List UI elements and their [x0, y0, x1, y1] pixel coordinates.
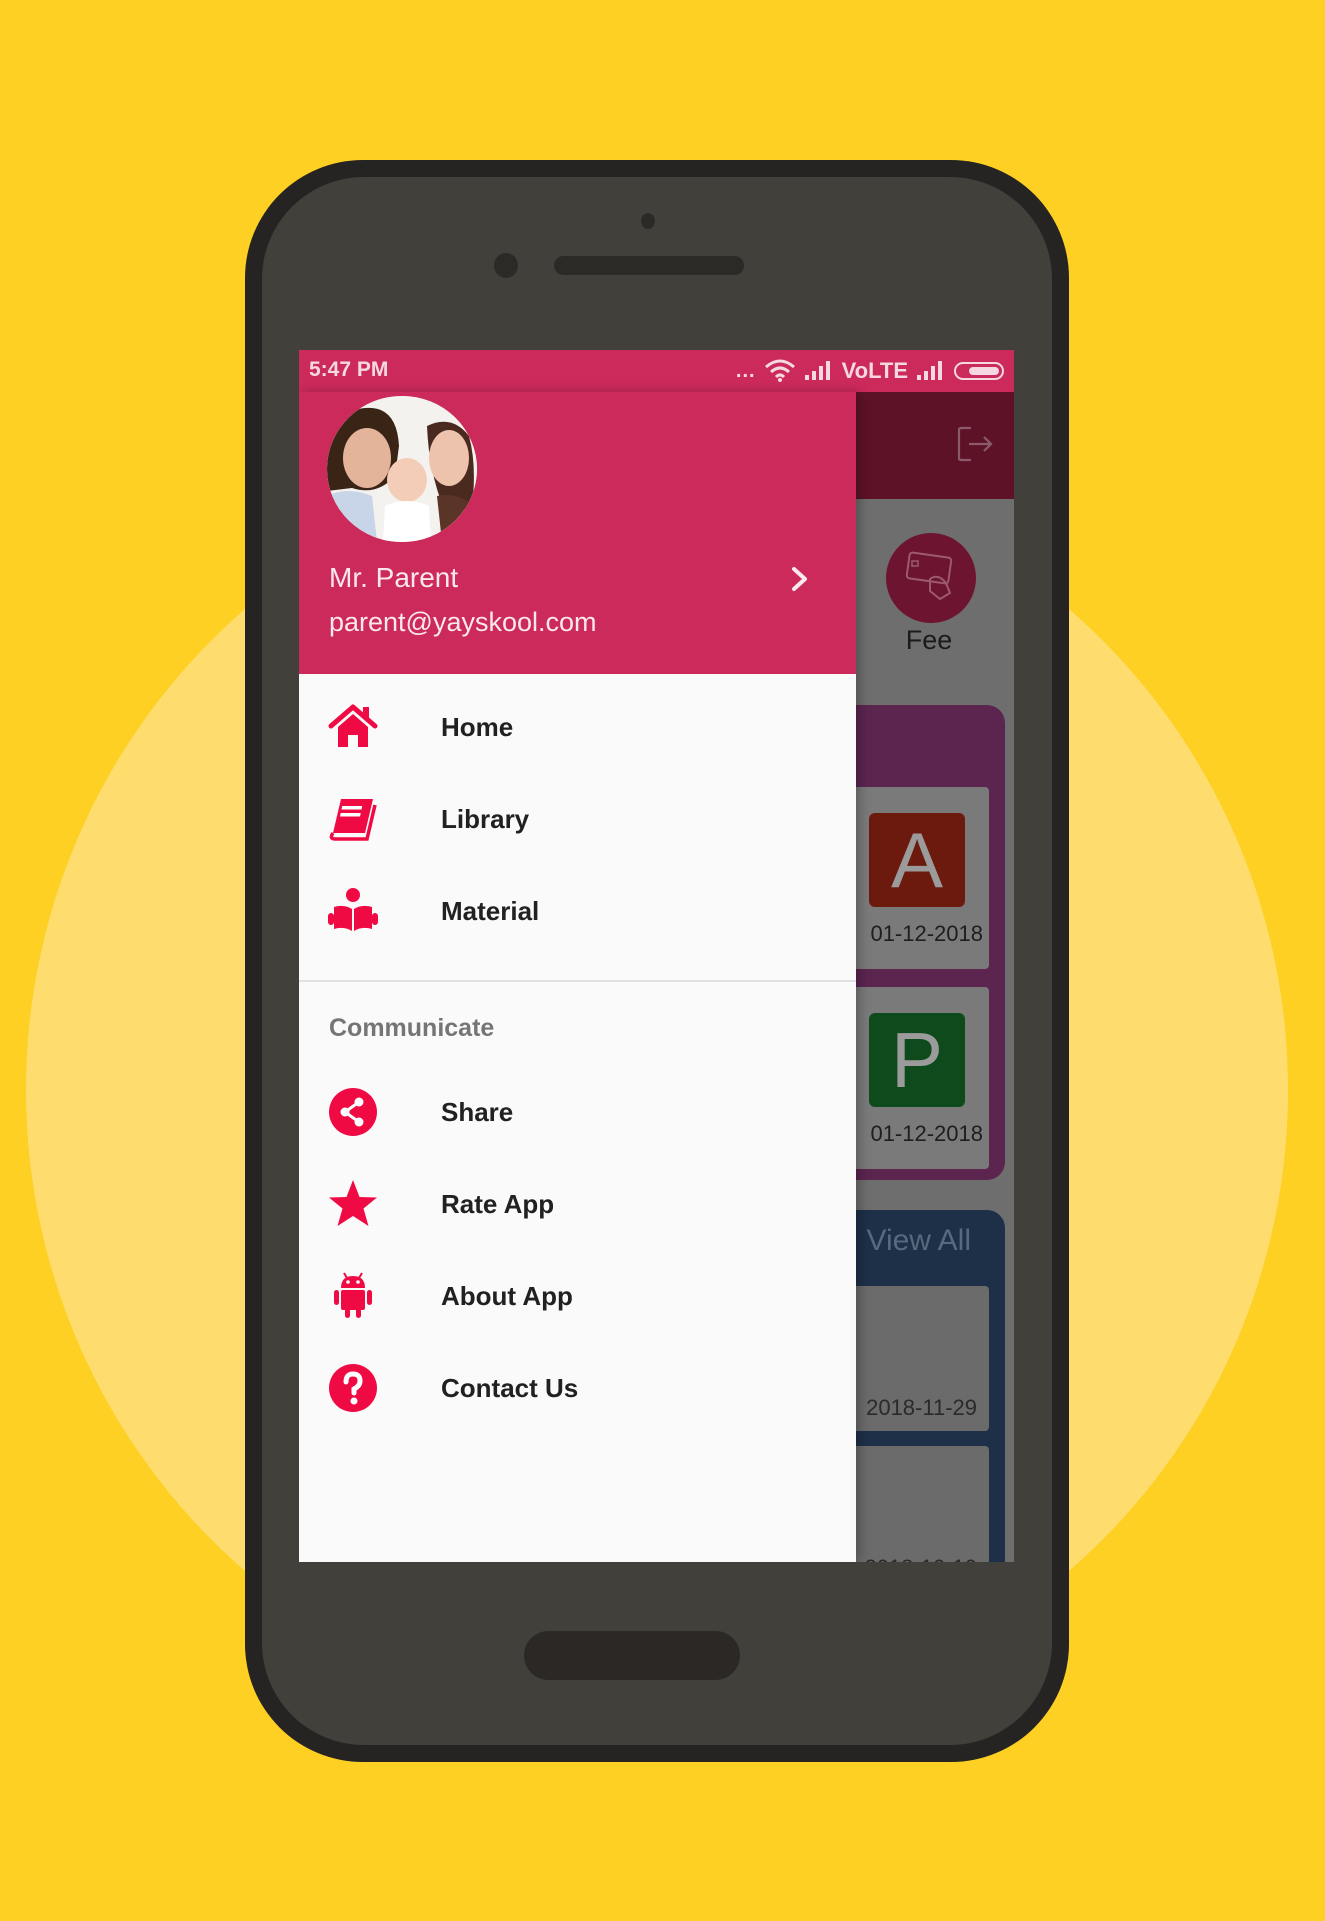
- attendance-badge: A: [869, 813, 965, 907]
- menu-item-rate-app[interactable]: Rate App: [299, 1158, 856, 1250]
- fee-label: Fee: [905, 625, 953, 655]
- book-icon: [329, 799, 377, 841]
- menu-item-library[interactable]: Library: [299, 773, 856, 865]
- drawer-header[interactable]: Mr. Parent parent@yayskool.com: [299, 392, 856, 674]
- star-icon: [329, 1180, 377, 1226]
- menu-item-share[interactable]: Share: [299, 1066, 856, 1158]
- menu-item-material[interactable]: Material: [299, 865, 856, 957]
- divider: [299, 980, 856, 982]
- menu-label: Rate App: [441, 1188, 555, 1219]
- attendance-badge: P: [869, 1013, 965, 1107]
- fee-tile[interactable]: Fee: [874, 533, 984, 655]
- status-bar: 5:47 PM ... VoLTE: [299, 350, 1014, 392]
- menu-label: Material: [441, 895, 540, 926]
- signal-icon-2: [917, 361, 942, 380]
- battery-icon: [954, 362, 1004, 380]
- menu-label: Share: [441, 1096, 514, 1127]
- more-notifications-icon: ...: [735, 359, 756, 382]
- chevron-right-icon[interactable]: [789, 564, 811, 594]
- phone-screen: Fee A 01-12-2018 P 01-12-2018 View All 2…: [299, 350, 1014, 1562]
- user-name: Mr. Parent: [329, 562, 459, 593]
- share-icon: [329, 1088, 377, 1136]
- avatar[interactable]: [327, 396, 477, 542]
- logout-icon[interactable]: [955, 424, 995, 464]
- section-title: Communicate: [329, 1014, 495, 1042]
- family-photo: [327, 396, 477, 542]
- network-type: VoLTE: [841, 358, 908, 383]
- home-button[interactable]: [524, 1631, 740, 1680]
- status-time: 5:47 PM: [309, 358, 389, 381]
- menu-label: About App: [441, 1280, 573, 1311]
- view-all-link[interactable]: View All: [866, 1224, 971, 1258]
- menu-label: Home: [441, 711, 514, 742]
- card-payment-icon: [905, 551, 953, 601]
- front-camera: [641, 213, 655, 229]
- status-icons: ... VoLTE: [736, 357, 1004, 385]
- home-icon: [328, 704, 378, 747]
- wifi-icon: [764, 359, 795, 382]
- earpiece-speaker: [554, 256, 744, 275]
- proximity-sensor: [494, 253, 518, 278]
- android-icon: [334, 1272, 372, 1318]
- menu-label: Contact Us: [441, 1372, 579, 1403]
- menu-item-contact-us[interactable]: Contact Us: [299, 1342, 856, 1434]
- help-icon: [329, 1364, 377, 1412]
- menu-label: Library: [441, 803, 530, 834]
- menu-item-about-app[interactable]: About App: [299, 1250, 856, 1342]
- navigation-drawer: Mr. Parent parent@yayskool.com Home Libr…: [299, 392, 856, 1562]
- reading-icon: [328, 888, 378, 931]
- user-email: parent@yayskool.com: [329, 607, 597, 637]
- battery-level: [969, 367, 999, 375]
- fee-icon-circle: [886, 533, 976, 623]
- signal-icon: [804, 361, 830, 380]
- menu-item-home[interactable]: Home: [299, 681, 856, 773]
